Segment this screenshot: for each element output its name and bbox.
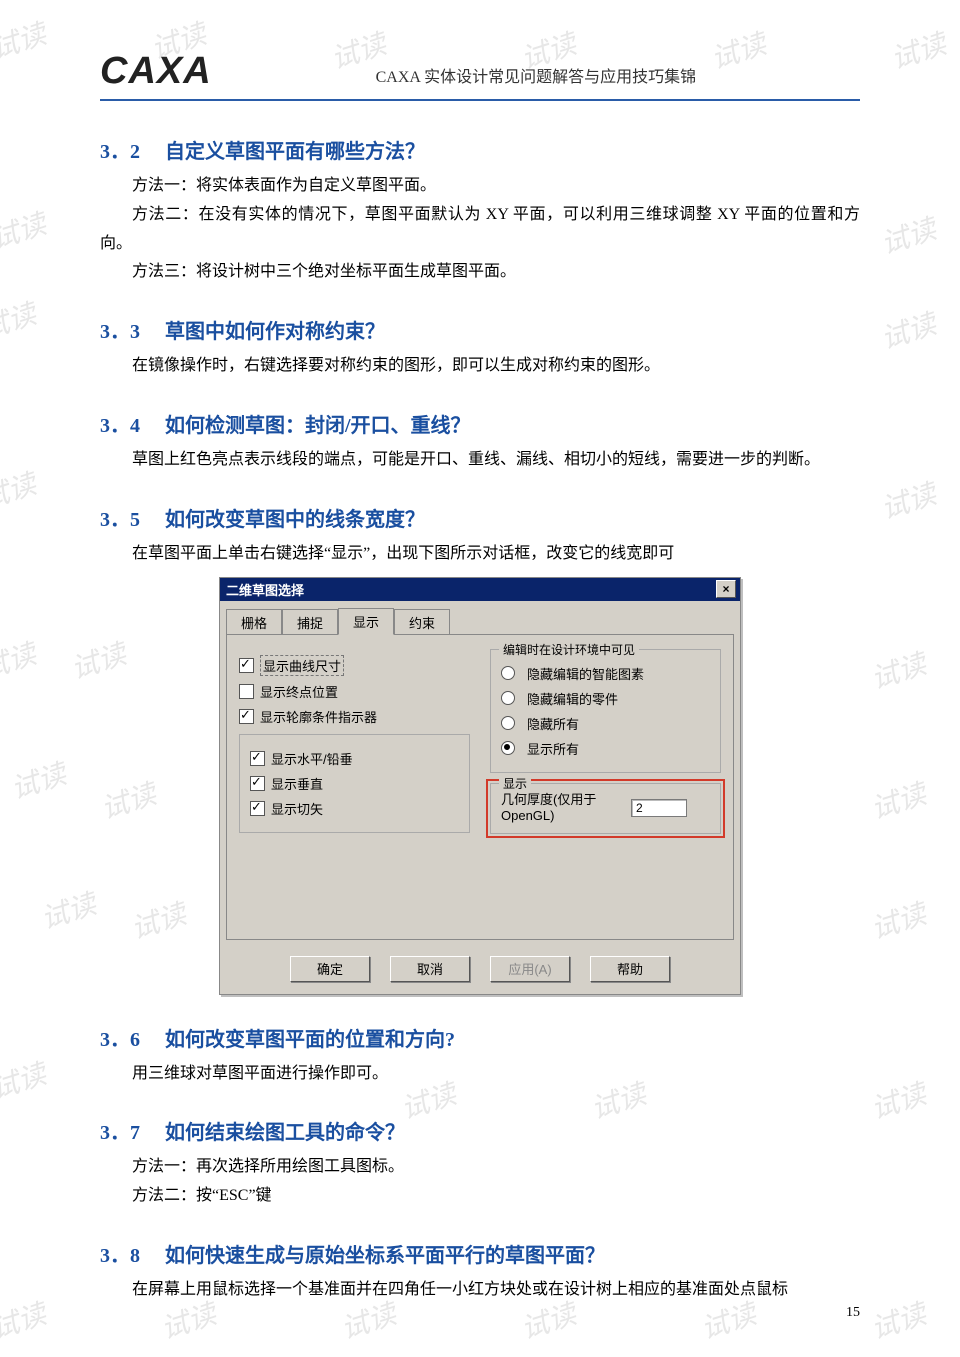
watermark: 试读	[885, 22, 951, 77]
paragraph: 用三维球对草图平面进行操作即可。	[100, 1060, 860, 1089]
cancel-button[interactable]: 取消	[390, 956, 470, 982]
checkbox-show-vert[interactable]	[250, 776, 265, 791]
doc-title: CAXA 实体设计常见问题解答与应用技巧集锦	[212, 63, 860, 93]
paragraph: 方法一：再次选择所用绘图工具图标。	[100, 1153, 860, 1182]
radio-show-all[interactable]	[501, 741, 515, 755]
apply-button[interactable]: 应用(A)	[490, 956, 570, 982]
label-show-tan: 显示切矢	[271, 799, 323, 818]
heading-3-8: 3．8 如何快速生成与原始坐标系平面平行的草图平面？	[100, 1239, 860, 1268]
close-icon[interactable]: ×	[716, 580, 736, 598]
group-title-env: 编辑时在设计环境中可见	[499, 641, 639, 658]
heading-title: 自定义草图平面有哪些方法？	[165, 141, 425, 163]
heading-num: 3．6	[100, 1029, 140, 1051]
watermark: 试读	[865, 892, 931, 947]
paragraph: 方法二：在没有实体的情况下，草图平面默认为 XY 平面，可以利用三维球调整 XY…	[100, 201, 860, 259]
label-show-vert: 显示垂直	[271, 774, 323, 793]
heading-title: 如何改变草图中的线条宽度？	[165, 509, 425, 531]
watermark: 试读	[865, 642, 931, 697]
indicator-subgroup: 显示水平/铅垂 显示垂直 显示切矢	[239, 734, 470, 833]
heading-3-3: 3．3 草图中如何作对称约束？	[100, 315, 860, 344]
watermark: 试读	[0, 292, 41, 347]
checkbox-show-curve-size[interactable]	[239, 658, 254, 673]
radio-hide-all[interactable]	[501, 716, 515, 730]
checkbox-show-endpoint-pos[interactable]	[239, 684, 254, 699]
heading-3-4: 3．4 如何检测草图：封闭/开口、重线？	[100, 409, 860, 438]
watermark: 试读	[0, 12, 51, 67]
radio-hide-smart[interactable]	[501, 666, 515, 680]
label-show-curve-size: 显示曲线尺寸	[260, 655, 344, 676]
label-thickness: 几何厚度(仅用于OpenGL)	[501, 792, 621, 826]
right-column: 编辑时在设计环境中可见 隐藏编辑的智能图素 隐藏编辑的零件 隐藏所有	[490, 649, 721, 879]
heading-title: 如何检测草图：封闭/开口、重线？	[165, 415, 471, 437]
tab-snap[interactable]: 捕捉	[282, 609, 338, 635]
heading-3-7: 3．7 如何结束绘图工具的命令？	[100, 1116, 860, 1145]
heading-num: 3．2	[100, 141, 140, 163]
paragraph: 方法一：将实体表面作为自定义草图平面。	[100, 172, 860, 201]
dialog-button-row: 确定 取消 应用(A) 帮助	[220, 946, 740, 994]
env-visibility-group: 编辑时在设计环境中可见 隐藏编辑的智能图素 隐藏编辑的零件 隐藏所有	[490, 649, 721, 773]
radio-hide-parts[interactable]	[501, 691, 515, 705]
watermark: 试读	[5, 752, 71, 807]
thickness-input[interactable]: 2	[631, 799, 687, 817]
watermark: 试读	[865, 772, 931, 827]
watermark: 试读	[35, 882, 101, 937]
heading-title: 草图中如何作对称约束？	[165, 321, 385, 343]
page-header: CAXA CAXA 实体设计常见问题解答与应用技巧集锦	[100, 50, 860, 101]
label-show-endpoint-pos: 显示终点位置	[260, 682, 338, 701]
dialog-title: 二维草图选择	[226, 580, 304, 599]
tab-display[interactable]: 显示	[338, 608, 394, 635]
watermark: 试读	[875, 302, 941, 357]
heading-num: 3．7	[100, 1122, 140, 1144]
label-hide-smart: 隐藏编辑的智能图素	[527, 664, 644, 683]
heading-title: 如何结束绘图工具的命令？	[165, 1122, 405, 1144]
group-title-display: 显示	[499, 775, 531, 792]
document-page: 试读 试读 试读 试读 试读 试读 试读 试读 试读 试读 试读 试读 试读 试…	[0, 0, 960, 1357]
heading-num: 3．4	[100, 415, 140, 437]
watermark: 试读	[865, 1292, 931, 1347]
label-hide-all: 隐藏所有	[527, 714, 579, 733]
heading-3-6: 3．6 如何改变草图平面的位置和方向?	[100, 1023, 860, 1052]
help-button[interactable]: 帮助	[590, 956, 670, 982]
paragraph: 在镜像操作时，右键选择要对称约束的图形，即可以生成对称约束的图形。	[100, 352, 860, 381]
heading-num: 3．8	[100, 1245, 140, 1267]
paragraph: 草图上红色亮点表示线段的端点，可能是开口、重线、漏线、相切小的短线，需要进一步的…	[100, 446, 860, 475]
heading-title: 如何改变草图平面的位置和方向?	[165, 1029, 455, 1051]
left-column: 显示曲线尺寸 显示终点位置 显示轮廓条件指示器 显示水平/铅垂	[239, 649, 470, 879]
heading-num: 3．3	[100, 321, 140, 343]
dialog-titlebar[interactable]: 二维草图选择 ×	[220, 578, 740, 601]
heading-3-5: 3．5 如何改变草图中的线条宽度？	[100, 503, 860, 532]
ok-button[interactable]: 确定	[290, 956, 370, 982]
sketch-display-dialog: 二维草图选择 × 栅格 捕捉 显示 约束 显示曲线尺寸 显示终点位置	[219, 577, 741, 995]
tab-constraint[interactable]: 约束	[394, 609, 450, 635]
heading-title: 如何快速生成与原始坐标系平面平行的草图平面？	[165, 1245, 605, 1267]
dialog-tabs: 栅格 捕捉 显示 约束	[220, 601, 740, 634]
watermark: 试读	[865, 1072, 931, 1127]
dialog-figure: 二维草图选择 × 栅格 捕捉 显示 约束 显示曲线尺寸 显示终点位置	[100, 577, 860, 995]
heading-num: 3．5	[100, 509, 140, 531]
label-show-profile-indicator: 显示轮廓条件指示器	[260, 707, 377, 726]
page-number: 15	[846, 1305, 860, 1321]
checkbox-show-hv[interactable]	[250, 751, 265, 766]
watermark: 试读	[0, 1292, 51, 1347]
checkbox-show-tan[interactable]	[250, 801, 265, 816]
label-show-all: 显示所有	[527, 739, 579, 758]
heading-3-2: 3．2 自定义草图平面有哪些方法？	[100, 135, 860, 164]
checkbox-show-profile-indicator[interactable]	[239, 709, 254, 724]
tab-grid[interactable]: 栅格	[226, 609, 282, 635]
label-hide-parts: 隐藏编辑的零件	[527, 689, 618, 708]
watermark: 试读	[875, 472, 941, 527]
paragraph: 在草图平面上单击右键选择“显示”，出现下图所示对话框，改变它的线宽即可	[100, 540, 860, 569]
watermark: 试读	[0, 462, 41, 517]
caxa-logo: CAXA	[100, 50, 212, 93]
tab-panel-display: 显示曲线尺寸 显示终点位置 显示轮廓条件指示器 显示水平/铅垂	[226, 634, 734, 940]
label-show-hv: 显示水平/铅垂	[271, 749, 353, 768]
watermark: 试读	[0, 202, 51, 257]
watermark: 试读	[0, 632, 41, 687]
paragraph: 方法二：按“ESC”键	[100, 1182, 860, 1211]
watermark: 试读	[875, 207, 941, 262]
display-thickness-group: 显示 几何厚度(仅用于OpenGL) 2	[490, 783, 721, 835]
paragraph: 在屏幕上用鼠标选择一个基准面并在四角任一小红方块处或在设计树上相应的基准面处点鼠…	[100, 1276, 860, 1305]
watermark: 试读	[0, 1052, 51, 1107]
paragraph: 方法三：将设计树中三个绝对坐标平面生成草图平面。	[100, 258, 860, 287]
